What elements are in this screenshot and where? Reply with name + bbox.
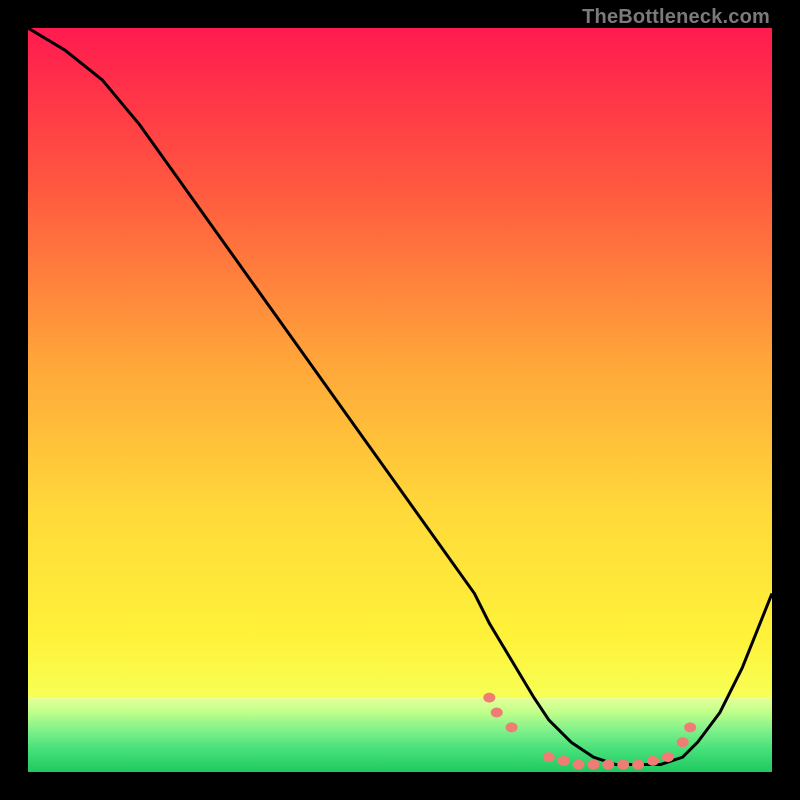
curve-marker [573, 760, 585, 770]
curve-marker [483, 693, 495, 703]
curve-marker [647, 756, 659, 766]
curve-marker [662, 752, 674, 762]
curve-marker [684, 722, 696, 732]
plot-area [28, 28, 772, 772]
curve-marker [632, 760, 644, 770]
watermark-text: TheBottleneck.com [582, 6, 770, 29]
chart-curve-layer [28, 28, 772, 772]
curve-marker [602, 760, 614, 770]
curve-marker [677, 737, 689, 747]
bottleneck-curve [28, 28, 772, 765]
curve-marker [506, 722, 518, 732]
curve-marker [617, 760, 629, 770]
curve-marker [491, 707, 503, 717]
curve-marker [587, 760, 599, 770]
curve-marker [558, 756, 570, 766]
curve-marker [543, 752, 555, 762]
